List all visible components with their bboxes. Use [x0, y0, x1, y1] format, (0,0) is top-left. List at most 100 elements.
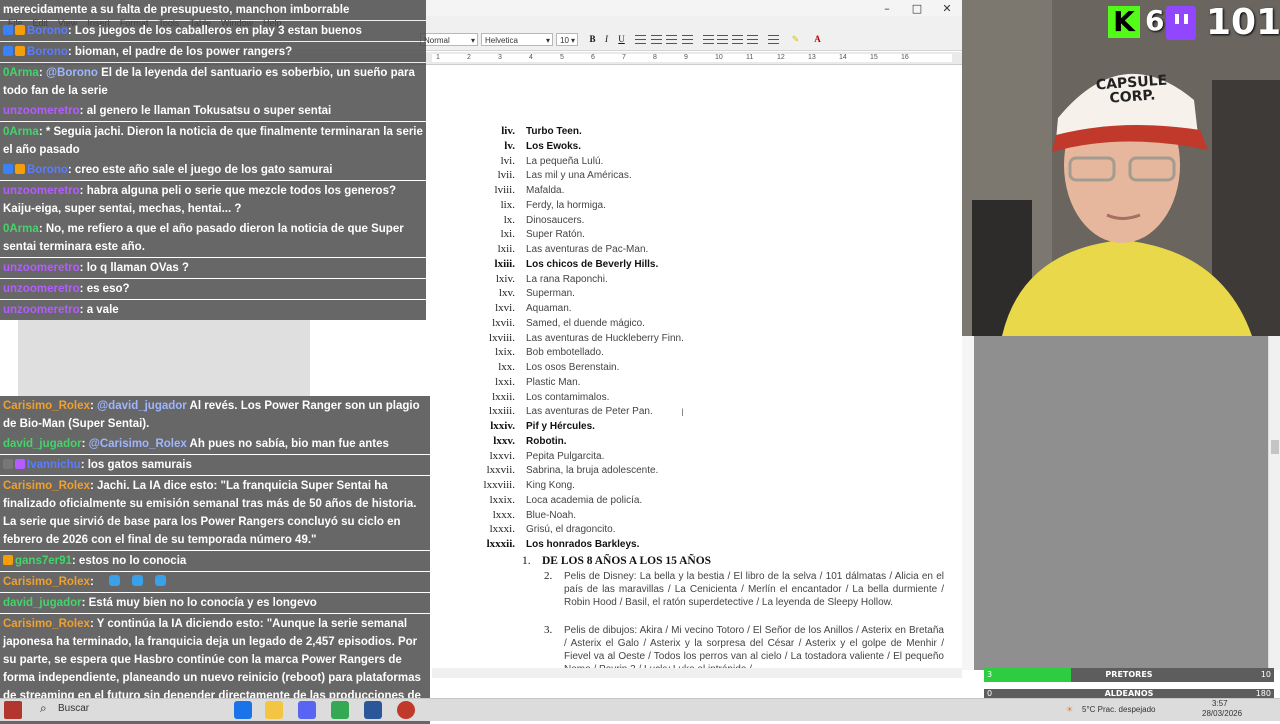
- list-item-text: Los contamimalos.: [526, 391, 610, 403]
- chat-username[interactable]: Borono: [27, 25, 68, 37]
- minimize-icon[interactable]: –: [872, 0, 902, 16]
- font-size-select[interactable]: 10: [556, 33, 578, 47]
- chat-username[interactable]: Ivannichu: [27, 459, 81, 471]
- list-item-text: Turbo Teen.: [526, 126, 582, 137]
- chat-mention[interactable]: @Borono: [46, 67, 98, 79]
- chat-username[interactable]: Carisimo_Rolex: [3, 400, 90, 412]
- chat-mention[interactable]: @Carisimo_Rolex: [89, 438, 187, 450]
- chat-username[interactable]: david_jugador: [3, 438, 82, 450]
- chat-username[interactable]: gans7er91: [15, 555, 72, 567]
- scrollbar-thumb[interactable]: [1271, 440, 1279, 454]
- list-item-number: lxxvii.: [486, 464, 515, 477]
- chat-username[interactable]: 0Arma: [3, 126, 39, 138]
- align-justify-icon[interactable]: [682, 35, 693, 44]
- pretores-label: PRETORES: [1105, 670, 1153, 679]
- align-center-icon[interactable]: [651, 35, 662, 44]
- italic-button[interactable]: I: [600, 33, 613, 46]
- ruler-tick: 13: [808, 54, 816, 61]
- chat-message: unzoomeretro: lo q llaman OVas ?: [0, 258, 426, 278]
- chat-text: merecidamente a su falta de presupuesto,…: [3, 4, 350, 16]
- chat-text: : estos no lo conocia: [71, 555, 187, 567]
- list-item-text: Dinosaucers.: [526, 214, 585, 226]
- document-page[interactable]: liv. Turbo Teen. lv. Los Ewoks. lvi. La peque…: [432, 64, 952, 668]
- chat-username[interactable]: Carisimo_Rolex: [3, 618, 90, 630]
- discord-icon[interactable]: [298, 701, 316, 719]
- paragraph-number: 3.: [544, 624, 553, 636]
- list-item-text: Los osos Berenstain.: [526, 362, 620, 373]
- chat-text: :: [81, 438, 89, 450]
- chat-overlay-bottom: Carisimo_Rolex: @david_jugador Al revés.…: [0, 396, 430, 724]
- increase-indent-icon[interactable]: [747, 35, 758, 44]
- font-select[interactable]: Helvetica: [481, 33, 553, 47]
- borders-icon[interactable]: [768, 35, 779, 44]
- chat-mention[interactable]: @david_jugador: [97, 400, 187, 412]
- aldeanos-label: ALDEANOS: [1104, 689, 1154, 698]
- maximize-icon[interactable]: □: [902, 0, 932, 16]
- align-left-icon[interactable]: [635, 35, 646, 44]
- pretores-bar: 3 PRETORES 10: [984, 668, 1274, 682]
- chat-text: :: [89, 576, 97, 588]
- chat-message: Ivannichu: los gatos samurais: [0, 455, 430, 475]
- chat-username[interactable]: unzoomeretro: [3, 304, 80, 316]
- horizontal-scrollbar[interactable]: [432, 668, 962, 678]
- search-icon[interactable]: ⌕: [40, 701, 47, 716]
- taskbar-search[interactable]: Buscar: [58, 703, 89, 714]
- file-explorer-icon[interactable]: [265, 701, 283, 719]
- obs-icon[interactable]: [397, 701, 415, 719]
- list-item-text: Los honrados Barkleys.: [526, 539, 640, 550]
- weather-icon: ☀: [1066, 705, 1074, 714]
- chat-username[interactable]: Carisimo_Rolex: [3, 576, 90, 588]
- chat-username[interactable]: david_jugador: [3, 597, 82, 609]
- chat-username[interactable]: 0Arma: [3, 67, 39, 79]
- underline-button[interactable]: U: [615, 33, 628, 46]
- highlight-icon[interactable]: ✎: [789, 33, 802, 46]
- chat-username[interactable]: unzoomeretro: [3, 185, 80, 197]
- list-item-number: lxxvi.: [489, 449, 515, 462]
- cap-logo: CAPSULE CORP.: [1095, 72, 1168, 107]
- chat-text: : a vale: [79, 304, 119, 316]
- chat-username[interactable]: 0Arma: [3, 223, 39, 235]
- chat-username[interactable]: Borono: [27, 164, 68, 176]
- chat-username[interactable]: Carisimo_Rolex: [3, 480, 90, 492]
- chat-text: Ah pues no sabía, bio man fue antes: [186, 438, 389, 450]
- chat-username[interactable]: unzoomeretro: [3, 283, 80, 295]
- chat-username[interactable]: unzoomeretro: [3, 105, 80, 117]
- paragraph-disney: 2. Pelis de Disney: La bella y la bestia…: [544, 570, 944, 609]
- chat-message: Carisimo_Rolex: Jachi. La IA dice esto: …: [0, 476, 430, 550]
- chat-username[interactable]: unzoomeretro: [3, 262, 80, 274]
- clock-date: 28/03/2026: [1202, 709, 1243, 718]
- browser-icon[interactable]: [331, 701, 349, 719]
- list-item-number: lxxxii.: [486, 538, 515, 550]
- chat-text: :: [89, 400, 97, 412]
- close-icon[interactable]: ✕: [932, 0, 962, 16]
- list-item-text: Los Ewoks.: [526, 140, 582, 152]
- list-item-number: lxii.: [497, 243, 515, 255]
- vertical-scrollbar[interactable]: [1268, 336, 1280, 670]
- chat-message: Carisimo_Rolex: @david_jugador Al revés.…: [0, 396, 430, 434]
- list-item-text: Las aventuras de Pac-Man.: [526, 244, 649, 255]
- font-color-icon[interactable]: A: [811, 33, 824, 46]
- ruler-tick: 6: [591, 54, 595, 61]
- chat-message: Carisimo_Rolex:: [0, 572, 430, 592]
- chrome-icon[interactable]: [234, 701, 252, 719]
- bulleted-list-icon[interactable]: [717, 35, 728, 44]
- chat-badge-icon: [3, 25, 13, 35]
- list-item-number: lxxx.: [492, 508, 515, 521]
- chat-message: unzoomeretro: es eso?: [0, 279, 426, 299]
- chat-username[interactable]: Borono: [27, 46, 68, 58]
- numbered-list-icon[interactable]: [703, 35, 714, 44]
- bold-button[interactable]: B: [586, 33, 599, 46]
- list-item-text: Plastic Man.: [526, 376, 581, 388]
- aldeanos-right-value: 180: [1255, 689, 1271, 698]
- decrease-indent-icon[interactable]: [732, 35, 743, 44]
- align-right-icon[interactable]: [666, 35, 677, 44]
- list-item-number: lv.: [504, 139, 515, 152]
- chat-overlay-top: merecidamente a su falta de presupuesto,…: [0, 0, 426, 320]
- start-button[interactable]: [4, 701, 22, 719]
- word-icon[interactable]: [364, 701, 382, 719]
- list-item-number: lxviii.: [489, 331, 515, 344]
- chat-message: unzoomeretro: al genero le llaman Tokusa…: [0, 101, 426, 121]
- list-item-text: Blue-Noah.: [526, 509, 577, 521]
- style-select[interactable]: Normal: [420, 33, 478, 47]
- chat-badge-icon: [3, 555, 13, 565]
